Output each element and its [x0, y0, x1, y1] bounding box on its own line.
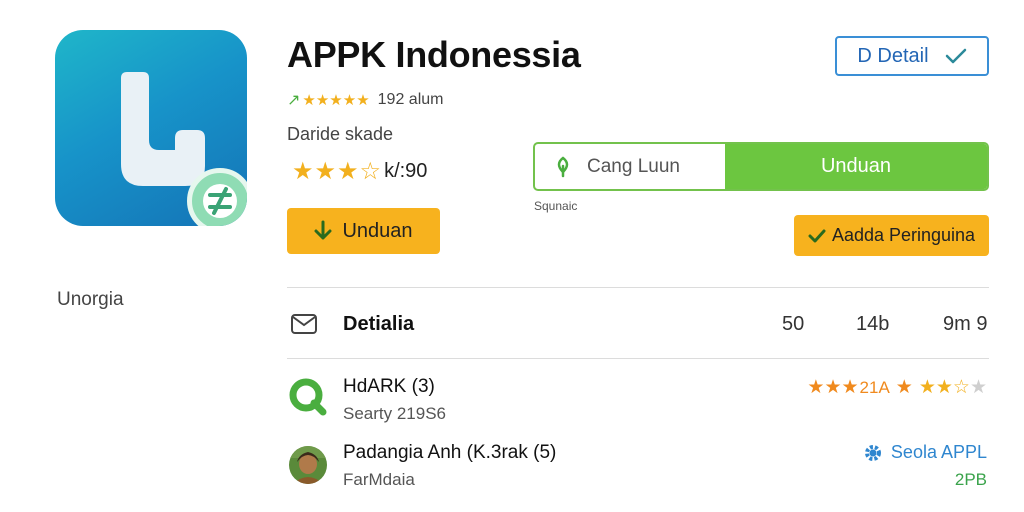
review-rating: ★★★ 21A ★ ★★ ☆ ★: [807, 376, 987, 399]
star-icon: ★★★: [807, 377, 859, 398]
developer-name: Daride skade: [287, 124, 394, 144]
category-label: Unorgia: [57, 289, 124, 310]
segment-caption: Squnaic: [534, 199, 578, 213]
star-empty-icon: ★: [969, 377, 987, 398]
mail-icon: [291, 314, 317, 334]
review-name: HdARK (3): [343, 376, 435, 397]
divider: [287, 287, 989, 288]
review-subtitle: Searty 219S6: [343, 404, 447, 423]
download-arrow-icon: [314, 220, 332, 240]
download-button[interactable]: Unduan: [287, 208, 440, 254]
no-ads-badge-icon: [187, 168, 247, 226]
details-stat-downloads: 50: [782, 312, 805, 335]
trending-icon: ↗: [287, 92, 301, 109]
detail-button-label: D Detail: [857, 44, 929, 67]
star-icon: ★: [895, 377, 913, 398]
review-name: Padangia Anh (K.3rak (5): [343, 442, 557, 463]
star-half-icon: ☆: [952, 377, 970, 398]
user-rating-score: k/:90: [384, 160, 428, 182]
app-icon[interactable]: [55, 30, 247, 226]
leaf-icon: [557, 155, 569, 177]
segment-right-label: Unduan: [820, 155, 892, 177]
rating-summary: ↗ ★★★★★ 192 alum: [287, 90, 443, 110]
user-avatar: [289, 446, 327, 484]
size-badge: 2PB: [954, 470, 987, 489]
add-rating-button-label: Aadda Peringuina: [831, 225, 976, 245]
rating-count: 192 alum: [377, 91, 444, 108]
check-icon: [808, 229, 826, 242]
add-rating-button[interactable]: Aadda Peringuina: [794, 215, 989, 256]
review-rating-number: 21A: [859, 377, 890, 397]
details-stat-size: 14b: [856, 312, 890, 335]
details-stat-version: 9m 9: [943, 312, 988, 335]
app-title: APPK Indonessia: [287, 34, 581, 75]
settings-link[interactable]: Seola APPL: [863, 442, 987, 463]
app-logo-icon: [121, 72, 205, 186]
check-icon: [945, 48, 966, 64]
search-app-avatar-icon: [289, 378, 327, 416]
segment-left-label: Cang Luun: [587, 155, 680, 177]
review-subtitle: FarMdaia: [343, 470, 415, 489]
install-segment[interactable]: Cang Luun Unduan: [533, 142, 989, 191]
download-button-label: Unduan: [342, 219, 413, 242]
settings-link-label: Seola APPL: [890, 442, 987, 462]
details-label: Detialia: [343, 312, 415, 335]
divider: [287, 358, 989, 359]
details-row[interactable]: Detialia 50 14b 9m 9: [290, 310, 989, 338]
segment-left-option[interactable]: Cang Luun: [535, 144, 725, 189]
gear-icon: [864, 444, 881, 461]
user-rating-stars: ★★★☆: [292, 158, 383, 185]
star-icon: ★★: [918, 377, 953, 398]
segment-right-option[interactable]: Unduan: [725, 144, 987, 189]
rating-stars: ★★★★★: [302, 92, 370, 109]
detail-button[interactable]: D Detail: [835, 36, 989, 76]
user-rating: ★★★☆ k/:90: [292, 157, 427, 186]
